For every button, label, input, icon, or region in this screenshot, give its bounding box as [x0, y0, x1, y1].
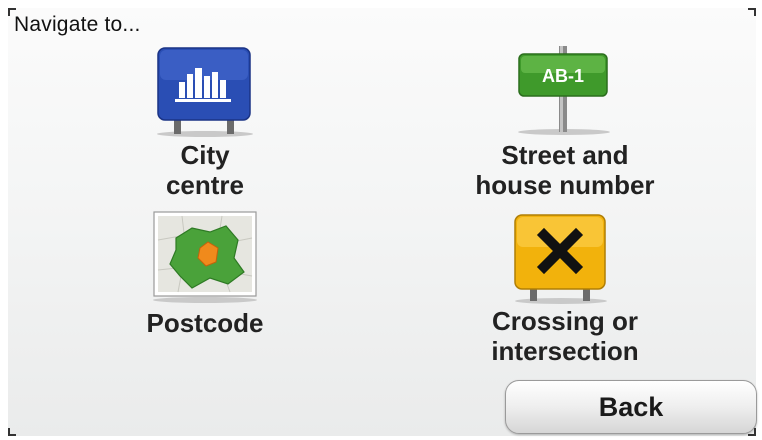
postcode-map-icon [152, 210, 258, 309]
postcode-button[interactable]: Postcode [110, 210, 300, 345]
postcode-label: Postcode [146, 308, 264, 338]
street-and-house-number-label: Street and house number [475, 140, 655, 200]
city-centre-button[interactable]: City centre [110, 44, 300, 204]
frame-corner [8, 428, 16, 436]
city-centre-label: City centre [165, 140, 245, 200]
city-centre-sign-icon [155, 46, 255, 143]
back-button[interactable]: Back [505, 380, 757, 434]
page-title: Navigate to... [14, 13, 141, 36]
street-and-house-number-button[interactable]: AB-1 Street and house number [440, 44, 690, 204]
crossing-or-intersection-label: Crossing or intersection [491, 306, 639, 366]
crossing-or-intersection-button[interactable]: Crossing or intersection [440, 210, 690, 370]
frame-corner [748, 8, 756, 16]
crossing-sign-icon [513, 213, 613, 310]
street-sign-icon: AB-1 [516, 44, 616, 141]
street-sign-text: AB-1 [542, 66, 584, 86]
